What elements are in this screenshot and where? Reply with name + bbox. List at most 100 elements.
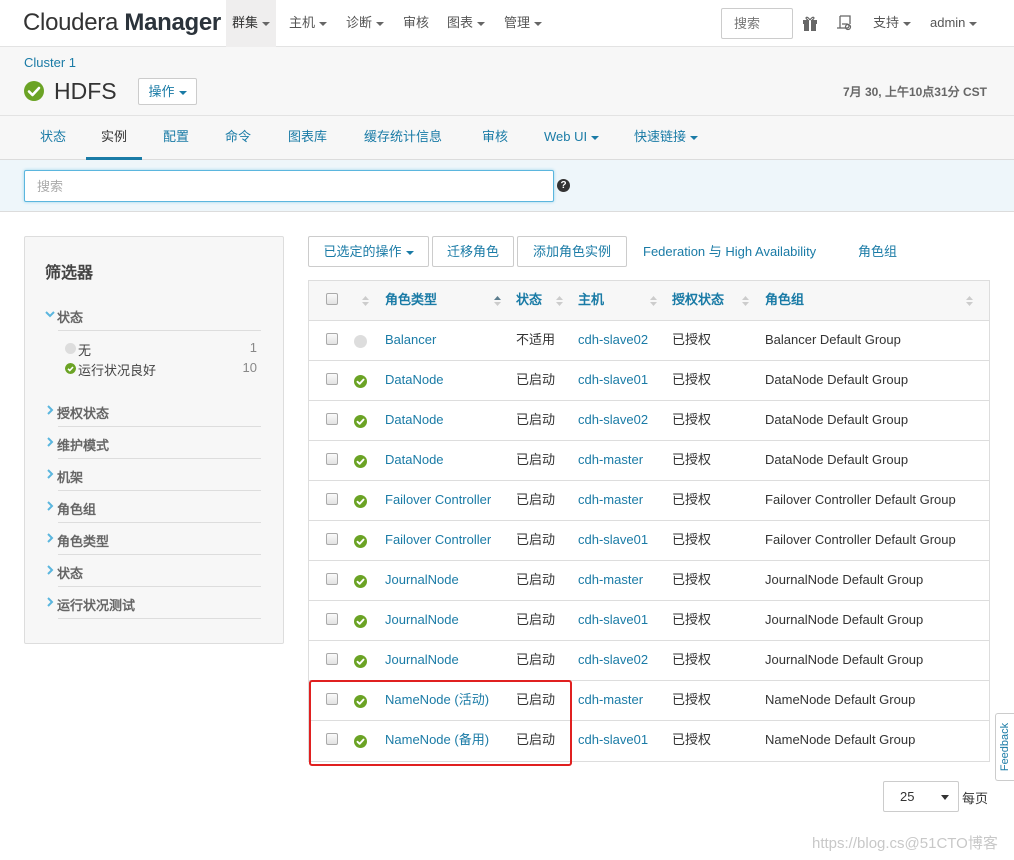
host-link[interactable]: cdh-slave02 (578, 641, 648, 681)
role-link[interactable]: JournalNode (385, 601, 459, 641)
filter-section-role-group[interactable]: 角色组 (45, 493, 261, 523)
nav-administration[interactable]: 管理 (498, 0, 548, 47)
role-link[interactable]: DataNode (385, 361, 444, 401)
host-link[interactable]: cdh-slave02 (578, 321, 648, 361)
nav-label: 群集 (232, 15, 259, 30)
row-checkbox[interactable] (326, 413, 338, 425)
good-health-icon (354, 455, 367, 468)
row-checkbox[interactable] (326, 573, 338, 585)
role-link[interactable]: Balancer (385, 321, 436, 361)
feedback-tab[interactable]: Feedback (995, 713, 1014, 781)
actions-dropdown-button[interactable]: 操作 (138, 78, 197, 105)
filter-section-maintenance-mode[interactable]: 维护模式 (45, 429, 261, 459)
filter-section-health-tests[interactable]: 运行状况测试 (45, 589, 261, 619)
migrate-roles-button[interactable]: 迁移角色 (432, 236, 514, 267)
host-link[interactable]: cdh-master (578, 441, 643, 481)
row-checkbox[interactable] (326, 733, 338, 745)
role-link[interactable]: Failover Controller (385, 521, 491, 561)
tab-instances[interactable]: 实例 (86, 116, 143, 160)
tab-configuration[interactable]: 配置 (148, 116, 204, 160)
gift-icon[interactable] (803, 15, 817, 31)
row-checkbox[interactable] (326, 453, 338, 465)
add-role-instances-button[interactable]: 添加角色实例 (517, 236, 627, 267)
nav-charts[interactable]: 图表 (441, 0, 491, 47)
button-label: 已选定的操作 (323, 244, 402, 259)
nav-label: 审核 (403, 15, 430, 30)
column-header-host[interactable]: 主机 (578, 281, 604, 321)
select-all-checkbox[interactable] (326, 293, 338, 305)
per-page-select[interactable]: 25 (883, 781, 959, 812)
caret-down-icon (534, 21, 543, 26)
sort-icon[interactable] (742, 295, 749, 307)
sort-icon[interactable] (556, 295, 563, 307)
nav-user-menu[interactable]: admin (924, 0, 983, 47)
sort-asc-icon[interactable] (494, 295, 501, 307)
host-link[interactable]: cdh-master (578, 481, 643, 521)
row-checkbox[interactable] (326, 693, 338, 705)
federation-ha-link[interactable]: Federation 与 High Availability (643, 236, 816, 267)
filter-section-label: 状态 (57, 310, 84, 325)
filter-option-none[interactable]: 无 1 (65, 339, 259, 358)
role-link[interactable]: JournalNode (385, 561, 459, 601)
host-link[interactable]: cdh-master (578, 681, 643, 721)
selected-actions-button[interactable]: 已选定的操作 (308, 236, 429, 267)
global-search-input[interactable] (721, 8, 793, 39)
nav-hosts[interactable]: 主机 (283, 0, 333, 47)
tab-quick-links[interactable]: 快速链接 (619, 116, 713, 160)
nav-clusters[interactable]: 群集 (226, 0, 277, 47)
caret-down-icon (477, 21, 486, 26)
filter-section-state[interactable]: 状态 (45, 557, 261, 587)
table-row: JournalNode 已启动 cdh-slave01 已授权 JournalNode … (309, 601, 989, 641)
role-state: 已启动 (516, 452, 556, 467)
scroll-icon[interactable] (836, 14, 852, 32)
column-header-role-type[interactable]: 角色类型 (385, 281, 437, 321)
filter-option-good-health[interactable]: 运行状况良好 10 (65, 359, 259, 378)
breadcrumb-cluster-link[interactable]: Cluster 1 (24, 55, 76, 70)
column-header-role-group[interactable]: 角色组 (765, 281, 804, 321)
row-checkbox[interactable] (326, 533, 338, 545)
good-health-icon (354, 655, 367, 668)
filter-section-role-type[interactable]: 角色类型 (45, 525, 261, 555)
instances-search-input[interactable] (24, 170, 554, 202)
tab-status[interactable]: 状态 (25, 116, 81, 160)
row-checkbox[interactable] (326, 333, 338, 345)
tab-chart-library[interactable]: 图表库 (273, 116, 342, 160)
row-checkbox[interactable] (326, 653, 338, 665)
role-state: 已启动 (516, 612, 556, 627)
host-link[interactable]: cdh-slave01 (578, 361, 648, 401)
role-link[interactable]: NameNode (备用) (385, 721, 489, 761)
filter-section-rack[interactable]: 机架 (45, 461, 261, 491)
role-link[interactable]: Failover Controller (385, 481, 491, 521)
filter-section-label: 运行状况测试 (57, 598, 136, 613)
host-link[interactable]: cdh-slave01 (578, 601, 648, 641)
role-link[interactable]: DataNode (385, 441, 444, 481)
host-link[interactable]: cdh-slave01 (578, 521, 648, 561)
host-link[interactable]: cdh-slave02 (578, 401, 648, 441)
role-groups-link[interactable]: 角色组 (858, 236, 897, 267)
nav-diagnostics[interactable]: 诊断 (340, 0, 390, 47)
sort-icon[interactable] (650, 295, 657, 307)
row-checkbox[interactable] (326, 493, 338, 505)
tab-audits[interactable]: 审核 (467, 116, 523, 160)
host-link[interactable]: cdh-master (578, 561, 643, 601)
filter-section-commission-state[interactable]: 授权状态 (45, 397, 261, 427)
tab-cache-statistics[interactable]: 缓存统计信息 (349, 116, 457, 160)
nav-support[interactable]: 支持 (867, 0, 917, 47)
role-link[interactable]: DataNode (385, 401, 444, 441)
sort-icon[interactable] (362, 295, 369, 307)
column-header-state[interactable]: 状态 (516, 281, 542, 321)
filter-section-status[interactable]: 状态 (45, 301, 261, 331)
help-icon[interactable]: ? (557, 179, 570, 192)
tab-web-ui[interactable]: Web UI (529, 116, 614, 160)
host-link[interactable]: cdh-slave01 (578, 721, 648, 761)
tab-commands[interactable]: 命令 (210, 116, 266, 160)
sort-icon[interactable] (966, 295, 973, 307)
role-state: 已启动 (516, 652, 556, 667)
row-checkbox[interactable] (326, 613, 338, 625)
column-header-commission-state[interactable]: 授权状态 (672, 281, 724, 321)
nav-audits[interactable]: 审核 (397, 0, 435, 47)
row-checkbox[interactable] (326, 373, 338, 385)
brand-logo[interactable]: Cloudera Manager (23, 9, 221, 37)
role-link[interactable]: JournalNode (385, 641, 459, 681)
role-link[interactable]: NameNode (活动) (385, 681, 489, 721)
